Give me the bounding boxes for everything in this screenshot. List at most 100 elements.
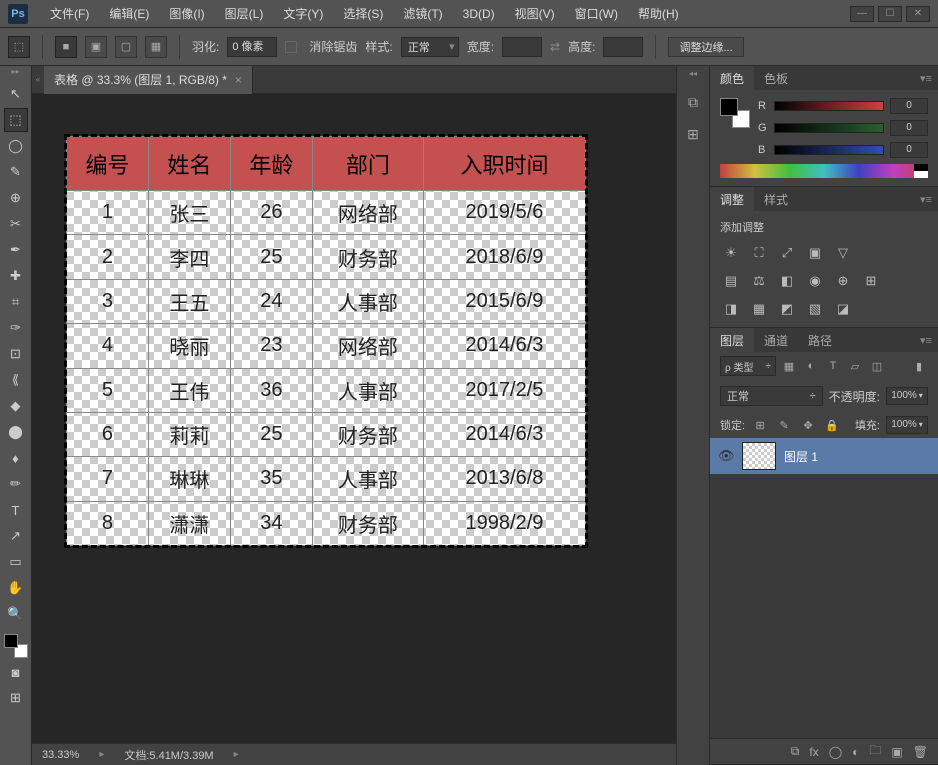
visibility-toggle-icon[interactable]: 👁 xyxy=(718,448,734,464)
new-selection-icon[interactable]: ■ xyxy=(55,36,77,58)
layer-mask-icon[interactable]: ◯ xyxy=(829,745,842,759)
height-input[interactable] xyxy=(603,37,643,57)
layer-item[interactable]: 👁 图层 1 xyxy=(710,438,938,474)
tab-color[interactable]: 颜色 xyxy=(710,66,754,90)
panel-menu-icon[interactable]: ▾≡ xyxy=(920,334,932,347)
refine-edge-button[interactable]: 调整边缘... xyxy=(668,37,743,57)
tool-button[interactable]: ↖ xyxy=(4,82,28,106)
style-select[interactable]: 正常 xyxy=(401,37,459,57)
brightness-icon[interactable]: ☀ xyxy=(720,243,742,263)
levels-icon[interactable]: ⛶ xyxy=(748,243,770,263)
photo-filter-icon[interactable]: ◉ xyxy=(804,271,826,291)
maximize-button[interactable]: ☐ xyxy=(878,6,902,22)
feather-input[interactable]: 0 像素 xyxy=(227,37,277,57)
tool-button[interactable]: ✒ xyxy=(4,238,28,262)
lock-all-icon[interactable]: 🔒 xyxy=(823,416,841,434)
layer-effects-icon[interactable]: fx xyxy=(809,745,818,759)
opacity-input[interactable]: 100%▾ xyxy=(886,387,928,405)
tab-channels[interactable]: 通道 xyxy=(754,328,798,352)
tool-button[interactable]: ♦ xyxy=(4,446,28,470)
tab-layers[interactable]: 图层 xyxy=(710,328,754,352)
menu-item[interactable]: 图层(L) xyxy=(215,5,274,22)
lock-transparency-icon[interactable]: ⊞ xyxy=(751,416,769,434)
antialias-checkbox[interactable] xyxy=(285,41,297,53)
hue-icon[interactable]: ▤ xyxy=(720,271,742,291)
intersect-selection-icon[interactable]: ▦ xyxy=(145,36,167,58)
b-slider[interactable] xyxy=(774,145,884,155)
tool-button[interactable]: ↗ xyxy=(4,524,28,548)
swap-icon[interactable]: ⇄ xyxy=(550,40,560,54)
doc-info-arrow-icon[interactable]: ▸ xyxy=(234,749,239,760)
tool-button[interactable]: ✏ xyxy=(4,472,28,496)
gradient-map-icon[interactable]: ▧ xyxy=(804,299,826,319)
tab-swatches[interactable]: 色板 xyxy=(754,66,798,90)
subtract-selection-icon[interactable]: ▢ xyxy=(115,36,137,58)
spectrum-bar[interactable] xyxy=(720,164,928,178)
color-swatches[interactable] xyxy=(4,634,28,658)
menu-item[interactable]: 视图(V) xyxy=(505,5,565,22)
tool-button[interactable]: ✚ xyxy=(4,264,28,288)
document-tab[interactable]: 表格 @ 33.3% (图层 1, RGB/8) * × xyxy=(44,66,253,94)
menu-item[interactable]: 窗口(W) xyxy=(565,5,628,22)
b-value[interactable]: 0 xyxy=(890,142,928,158)
marquee-tool-preset-icon[interactable]: ⬚ xyxy=(8,36,30,58)
tool-button[interactable]: ⌗ xyxy=(4,290,28,314)
close-button[interactable]: ✕ xyxy=(906,6,930,22)
tool-button[interactable]: ◯ xyxy=(4,134,28,158)
link-layers-icon[interactable]: ⧉ xyxy=(791,744,800,759)
tool-button[interactable]: ▭ xyxy=(4,550,28,574)
threshold-icon[interactable]: ◩ xyxy=(776,299,798,319)
fill-input[interactable]: 100%▾ xyxy=(886,416,928,434)
lock-position-icon[interactable]: ✥ xyxy=(799,416,817,434)
tool-button[interactable]: ⊕ xyxy=(4,186,28,210)
filter-smart-icon[interactable]: ◫ xyxy=(868,357,886,375)
menu-item[interactable]: 编辑(E) xyxy=(99,5,159,22)
selective-color-icon[interactable]: ◪ xyxy=(832,299,854,319)
screenmode-icon[interactable]: ⊞ xyxy=(4,686,28,710)
menu-item[interactable]: 选择(S) xyxy=(333,5,393,22)
tool-button[interactable]: ✎ xyxy=(4,160,28,184)
menu-item[interactable]: 文件(F) xyxy=(40,5,99,22)
toolbox-grip-icon[interactable]: ▸▸ xyxy=(6,70,26,78)
filter-kind-select[interactable]: ρ 类型÷ xyxy=(720,356,776,376)
delete-layer-icon[interactable]: 🗑 xyxy=(913,745,928,759)
canvas-viewport[interactable]: 编号姓名年龄部门入职时间 1张三26网络部2019/5/62李四25财务部201… xyxy=(32,94,676,743)
vibrance-icon[interactable]: ▽ xyxy=(832,243,854,263)
filter-pixel-icon[interactable]: ▦ xyxy=(780,357,798,375)
tool-button[interactable]: ✑ xyxy=(4,316,28,340)
tool-button[interactable]: ⟪ xyxy=(4,368,28,392)
tool-button[interactable]: ⬤ xyxy=(4,420,28,444)
lookup-icon[interactable]: ⊞ xyxy=(860,271,882,291)
properties-panel-icon[interactable]: ⊞ xyxy=(681,122,705,146)
blend-mode-select[interactable]: 正常÷ xyxy=(720,386,823,406)
filter-shape-icon[interactable]: ▱ xyxy=(846,357,864,375)
tool-button[interactable]: ⬚ xyxy=(4,108,28,132)
invert-icon[interactable]: ◨ xyxy=(720,299,742,319)
panel-menu-icon[interactable]: ▾≡ xyxy=(920,193,932,206)
layer-thumbnail[interactable] xyxy=(742,442,776,470)
panel-menu-icon[interactable]: ▾≡ xyxy=(920,72,932,85)
group-icon[interactable]: 🗀 xyxy=(869,741,881,762)
tab-paths[interactable]: 路径 xyxy=(798,328,842,352)
r-value[interactable]: 0 xyxy=(890,98,928,114)
foreground-color[interactable] xyxy=(4,634,18,648)
new-layer-icon[interactable]: ▣ xyxy=(891,745,902,759)
tool-button[interactable]: ✂ xyxy=(4,212,28,236)
collapse-icon[interactable]: « xyxy=(32,66,44,94)
menu-item[interactable]: 文字(Y) xyxy=(273,5,333,22)
adjustment-layer-icon[interactable]: ◐ xyxy=(852,745,859,759)
menu-item[interactable]: 帮助(H) xyxy=(628,5,689,22)
menu-item[interactable]: 图像(I) xyxy=(159,5,214,22)
filter-toggle-icon[interactable]: ▮ xyxy=(910,357,928,375)
r-slider[interactable] xyxy=(774,101,884,111)
doc-info[interactable]: 文档:5.41M/3.39M xyxy=(124,747,213,763)
channel-mixer-icon[interactable]: ⊕ xyxy=(832,271,854,291)
menu-item[interactable]: 3D(D) xyxy=(453,7,505,21)
curves-icon[interactable]: ⤢ xyxy=(776,243,798,263)
bw-icon[interactable]: ◧ xyxy=(776,271,798,291)
tab-styles[interactable]: 样式 xyxy=(754,187,798,211)
history-panel-icon[interactable]: ⧉ xyxy=(681,90,705,114)
strip-grip-icon[interactable]: ◂◂ xyxy=(683,72,703,80)
tool-button[interactable]: 🔍 xyxy=(4,602,28,626)
exposure-icon[interactable]: ▣ xyxy=(804,243,826,263)
